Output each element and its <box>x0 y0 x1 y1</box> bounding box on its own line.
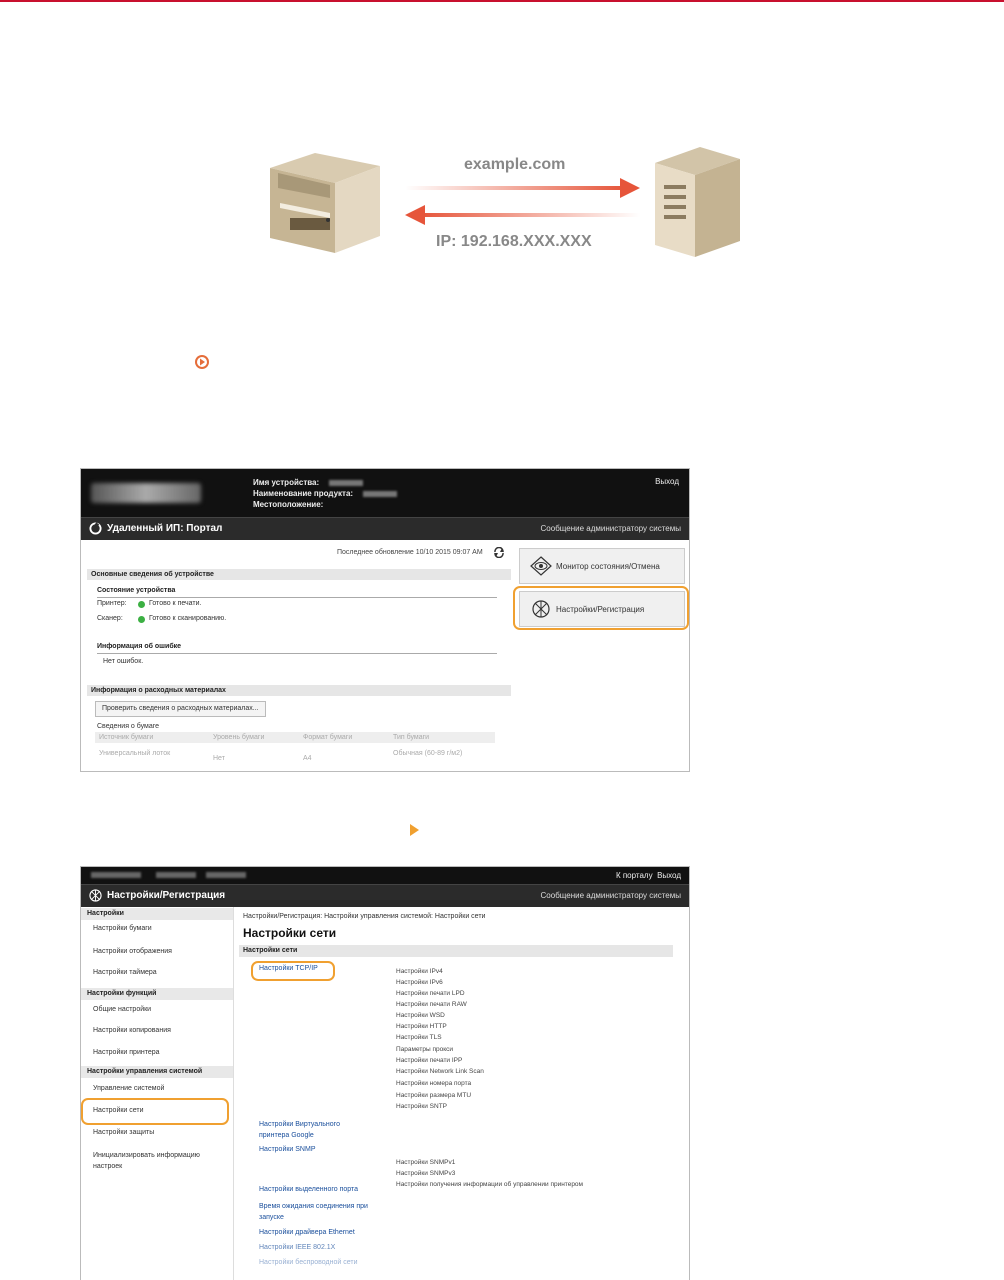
sidebar-section-functions: Настройки функций <box>81 988 233 1000</box>
paper-table-header <box>95 732 495 743</box>
breadcrumb: Настройки/Регистрация: Настройки управле… <box>243 913 486 920</box>
tcpip-subitem: Настройки печати IPP <box>396 1057 463 1064</box>
tcpip-subitem: Настройки TLS <box>396 1034 442 1041</box>
section-header: Настройки сети <box>239 945 673 957</box>
outgoing-arrow <box>405 178 640 198</box>
tcpip-subitem: Настройки SNTP <box>396 1103 448 1110</box>
portal-title-bar: Удаленный ИП: Портал Сообщение администр… <box>81 517 689 540</box>
settings-top-bar: К порталу Выход <box>81 867 689 884</box>
tcpip-subitem: Настройки IPv4 <box>396 968 443 975</box>
dedicated-port-link[interactable]: Настройки выделенного порта <box>259 1186 358 1193</box>
paper-cell-level: Нет <box>213 755 225 762</box>
tcpip-subitem: Настройки HTTP <box>396 1023 447 1030</box>
sidebar-section-settings: Настройки <box>81 908 233 920</box>
portal-header: Имя устройства: Наименование продукта: М… <box>81 469 689 517</box>
wireless-link[interactable]: Настройки беспроводной сети <box>259 1259 358 1266</box>
tcpip-subitem: Настройки WSD <box>396 1012 445 1019</box>
logout-link[interactable]: Выход <box>657 871 681 880</box>
snmp-settings-link[interactable]: Настройки SNMP <box>259 1146 316 1153</box>
printer-status-icon <box>138 601 145 608</box>
remote-ui-portal-screenshot: Имя устройства: Наименование продукта: М… <box>80 468 690 772</box>
logout-link[interactable]: Выход <box>655 477 679 486</box>
page-title: Настройки сети <box>243 926 337 940</box>
paper-col-size: Формат бумаги <box>303 734 353 741</box>
admin-message-link[interactable]: Сообщение администратору системы <box>541 891 681 900</box>
sidebar-item-system-management[interactable]: Управление системой <box>93 1085 164 1092</box>
settings-title: Настройки/Регистрация <box>107 890 226 901</box>
tcpip-subitem: Настройки размера MTU <box>396 1092 472 1099</box>
paper-col-level: Уровень бумаги <box>213 734 265 741</box>
incoming-arrow <box>405 205 640 225</box>
sidebar-item-printer[interactable]: Настройки принтера <box>93 1049 160 1056</box>
check-consumables-button[interactable]: Проверить сведения о расходных материала… <box>95 701 266 717</box>
admin-message-link[interactable]: Сообщение администратору системы <box>541 524 681 533</box>
snmp-subitem: Настройки SNMPv1 <box>396 1159 456 1166</box>
last-updated: Последнее обновление 10/10 2015 09:07 AM <box>337 549 483 556</box>
consumables-header: Информация о расходных материалах <box>87 685 511 696</box>
paper-cell-size: A4 <box>303 755 312 762</box>
printer-label: Принтер: <box>97 600 127 607</box>
highlight-network-item <box>81 1098 229 1125</box>
paper-col-type: Тип бумаги <box>393 734 430 741</box>
paper-cell-source: Универсальный лоток <box>99 750 171 757</box>
link-arrow-icon[interactable] <box>194 354 210 370</box>
basic-info-header: Основные сведения об устройстве <box>87 569 511 580</box>
settings-title-bar: Настройки/Регистрация Сообщение админист… <box>81 884 689 907</box>
device-info: Имя устройства: Наименование продукта: М… <box>253 477 398 510</box>
sidebar-item-security[interactable]: Настройки защиты <box>93 1129 154 1136</box>
brand-logo <box>91 483 201 503</box>
paper-col-source: Источник бумаги <box>99 734 154 741</box>
settings-registration-screenshot: К порталу Выход Настройки/Регистрация Со… <box>80 866 690 1280</box>
printer-status: Готово к печати. <box>149 600 202 607</box>
server-icon <box>655 147 740 257</box>
ip-label: IP: 192.168.XXX.XXX <box>436 233 592 250</box>
startup-wait-link[interactable]: Время ожидания соединения при запуске <box>259 1201 389 1223</box>
printer-icon <box>270 153 380 253</box>
top-divider-line <box>0 0 1004 2</box>
google-cloud-print-link[interactable]: Настройки Виртуального принтера Google <box>259 1119 369 1141</box>
scanner-label: Сканер: <box>97 615 123 622</box>
paper-cell-type: Обычная (60-89 г/м2) <box>393 750 463 757</box>
highlight-settings-button <box>513 586 689 630</box>
portal-title: Удаленный ИП: Портал <box>107 523 223 534</box>
tcpip-subitem: Настройки номера порта <box>396 1080 472 1087</box>
sidebar-item-general[interactable]: Общие настройки <box>93 1006 151 1013</box>
tcpip-subitem: Настройки Network Link Scan <box>396 1068 484 1075</box>
status-monitor-button[interactable]: Монитор состояния/Отмена <box>519 548 685 584</box>
tcpip-subitem: Параметры прокси <box>396 1046 454 1053</box>
domain-label: example.com <box>464 156 566 173</box>
snmp-subitem: Настройки получения информации об управл… <box>396 1181 584 1188</box>
tcpip-subitem: Настройки IPv6 <box>396 979 443 986</box>
tcpip-subitem: Настройки печати LPD <box>396 990 465 997</box>
scanner-status: Готово к сканированию. <box>149 615 227 622</box>
refresh-icon[interactable] <box>493 547 505 558</box>
sidebar-section-system: Настройки управления системой <box>81 1066 233 1078</box>
eye-icon <box>530 556 552 576</box>
scanner-status-icon <box>138 616 145 623</box>
settings-icon <box>89 889 102 902</box>
network-diagram: example.com IP: 192.168.XXX.XXX <box>250 140 750 265</box>
sidebar-item-display[interactable]: Настройки отображения <box>93 948 172 955</box>
highlight-tcpip-link <box>251 961 335 981</box>
next-step-arrow-icon <box>410 824 419 836</box>
sidebar-item-paper[interactable]: Настройки бумаги <box>93 925 152 932</box>
sidebar-item-copy[interactable]: Настройки копирования <box>93 1027 171 1034</box>
ieee8021x-link[interactable]: Настройки IEEE 802.1X <box>259 1244 335 1251</box>
device-status-title: Состояние устройства <box>97 587 176 594</box>
ethernet-driver-link[interactable]: Настройки драйвера Ethernet <box>259 1229 355 1236</box>
sidebar-item-initialize[interactable]: Инициализировать информацию настроек <box>93 1150 223 1172</box>
error-info-title: Информация об ошибке <box>97 643 182 650</box>
portal-icon <box>89 522 102 535</box>
tcpip-subitem: Настройки печати RAW <box>396 1001 467 1008</box>
to-portal-link[interactable]: К порталу <box>616 871 653 880</box>
sidebar-item-timer[interactable]: Настройки таймера <box>93 969 157 976</box>
no-errors-text: Нет ошибок. <box>103 658 144 665</box>
snmp-subitem: Настройки SNMPv3 <box>396 1170 456 1177</box>
paper-info-title: Сведения о бумаге <box>97 723 160 730</box>
